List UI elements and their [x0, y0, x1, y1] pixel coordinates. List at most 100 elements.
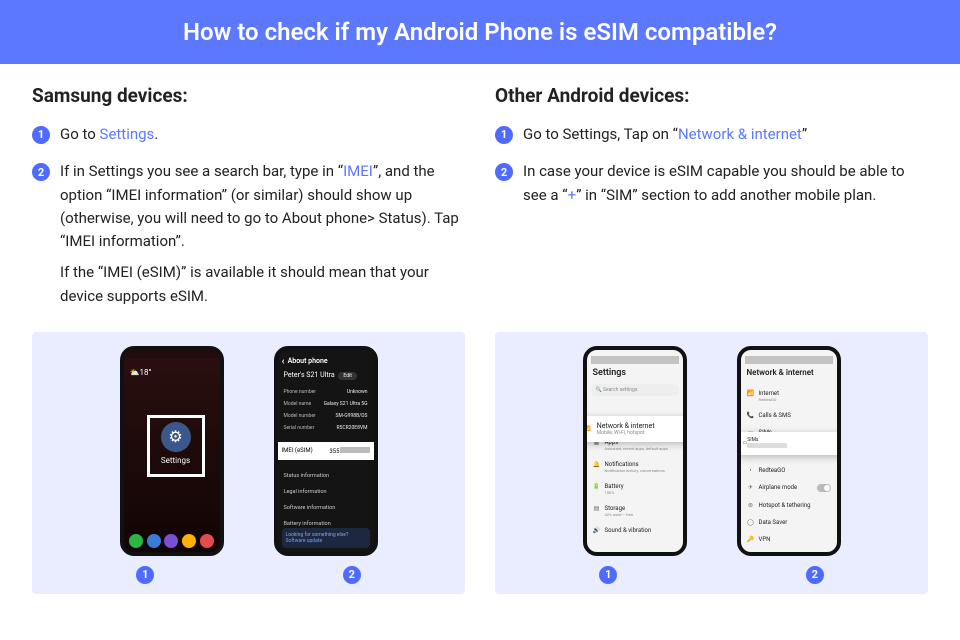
sound-icon: 🔊 [593, 527, 601, 534]
page-title: How to check if my Android Phone is eSIM… [183, 18, 777, 46]
about-menu: Status information Legal information Sof… [282, 468, 370, 532]
text: Internet [759, 390, 780, 397]
settings-app-highlight: ⚙ Settings [150, 418, 202, 474]
status-bar [745, 356, 833, 364]
other-screenshots: Settings 🔍 Search settings 📶 Network & i… [495, 332, 928, 594]
text: Sound & vibration [605, 527, 652, 534]
step-body: Go to Settings. [60, 123, 465, 146]
phones: Settings 🔍 Search settings 📶 Network & i… [505, 346, 918, 556]
text: Go to Settings, Tap on “ [523, 125, 678, 143]
text: Battery [605, 483, 624, 490]
caption-row: 1 2 [505, 566, 918, 584]
value: SM-G998B/DS [336, 413, 368, 419]
imei-label: IMEI (eSIM) [282, 447, 313, 455]
text: 355 [329, 448, 339, 455]
imei-link[interactable]: IMEI [343, 162, 373, 180]
label: Phone number [284, 389, 316, 395]
text: Private DNS [759, 553, 791, 556]
app-icon [182, 534, 196, 548]
search-bar: 🔍 Search settings [591, 384, 679, 396]
network-link[interactable]: Network & internet [678, 125, 802, 143]
info-row: Serial numberR5CR20E8VM [282, 422, 370, 434]
app-icon [200, 534, 214, 548]
info-row: Phone number Unknown [282, 386, 370, 398]
samsung-phone-about: About phone Peter's S21 Ultra Edit Phone… [274, 346, 378, 556]
menu-item: Status information [282, 468, 370, 484]
samsung-column: Samsung devices: 1 Go to Settings. 2 If … [32, 84, 465, 322]
storage-icon: ▤ [593, 505, 601, 512]
caption-badge: 2 [806, 566, 824, 584]
label: Model number [284, 413, 316, 419]
step-body: If in Settings you see a search bar, typ… [60, 160, 465, 308]
toggle [817, 484, 831, 492]
text: Software update [286, 538, 366, 544]
footer-card: Looking for something else? Software upd… [282, 528, 370, 548]
dock [124, 534, 220, 548]
net-item: 🔑 VPN [745, 531, 833, 548]
samsung-heading: Samsung devices: [32, 84, 465, 107]
images-row: ⛅18° ⚙ Settings About phone Peter's S21 … [0, 322, 960, 594]
text: Calls & SMS [759, 412, 791, 419]
imei-esim-highlight: IMEI (eSIM) 355 [274, 442, 378, 460]
dot-icon: • [747, 467, 755, 474]
imei-value: 355 [329, 447, 369, 455]
hotspot-icon: ⊚ [747, 502, 755, 509]
bell-icon: 🔔 [593, 461, 601, 468]
data-icon: ◯ [747, 519, 755, 526]
caption-badge: 2 [343, 566, 361, 584]
caption-badge: 1 [599, 566, 617, 584]
other-heading: Other Android devices: [495, 84, 928, 107]
wifi-icon: 📶 [585, 426, 591, 432]
page-header: How to check if my Android Phone is eSIM… [0, 0, 960, 64]
dns-icon: ◆ [747, 553, 755, 556]
text: Storage [605, 505, 634, 512]
samsung-steps: 1 Go to Settings. 2 If in Settings you s… [32, 123, 465, 308]
info-row: Model number SM-G998B/DS [282, 410, 370, 422]
step-2-note: If the “IMEI (eSIM)” is available it sho… [60, 261, 465, 308]
popup-text: SIMs [747, 437, 787, 450]
settings-item: 🔊 Sound & vibration [591, 522, 679, 539]
step-body: Go to Settings, Tap on “Network & intern… [523, 123, 928, 146]
popup-text: Network & internet Mobile, Wi-Fi, hotspo… [597, 422, 655, 436]
info-row: Model nameGalaxy S21 Ultra 5G [282, 398, 370, 410]
about-phone-header: About phone [282, 356, 370, 367]
net-item: ✈Airplane mode [745, 479, 833, 497]
battery-icon: 🔋 [593, 483, 601, 490]
samsung-step-2: 2 If in Settings you see a search bar, t… [32, 160, 465, 308]
samsung-screenshots: ⛅18° ⚙ Settings About phone Peter's S21 … [32, 332, 465, 594]
vpn-icon: 🔑 [747, 536, 755, 543]
net-item: ◆ Private DNS [745, 548, 833, 556]
menu-item: Legal information [282, 484, 370, 500]
text: If in Settings you see a search bar, typ… [60, 162, 343, 180]
settings-item: 🔔NotificationsNotification history, conv… [591, 456, 679, 478]
other-phone-settings: Settings 🔍 Search settings 📶 Network & i… [583, 346, 687, 556]
value: R5CR20E8VM [336, 425, 367, 431]
settings-item: ▤Storage42% used – free [591, 500, 679, 522]
text: Data Saver [759, 519, 788, 526]
text: Hotspot & tethering [759, 502, 811, 509]
caption-row: 1 2 [42, 566, 455, 584]
settings-link[interactable]: Settings [100, 125, 155, 143]
other-steps: 1 Go to Settings, Tap on “Network & inte… [495, 123, 928, 207]
step-badge: 2 [32, 163, 50, 181]
sims-popup: ▭ SIMs + [737, 432, 841, 455]
other-phone-network: Network & internet 📶InternetRedteaGO 📞Ca… [737, 346, 841, 556]
plus-link[interactable]: + [568, 186, 577, 204]
text: VPN [759, 536, 771, 543]
settings-item: 🔋Battery100% [591, 478, 679, 500]
step-badge: 2 [495, 163, 513, 181]
settings-title: Settings [593, 368, 679, 378]
menu-item: Software information [282, 500, 370, 516]
network-title: Network & internet [747, 368, 833, 377]
other-step-2: 2 In case your device is eSIM capable yo… [495, 160, 928, 207]
gear-icon: ⚙ [161, 422, 191, 452]
network-popup: 📶 Network & internet Mobile, Wi-Fi, hots… [583, 416, 687, 442]
text: Airplane mode [759, 484, 798, 491]
step-body: In case your device is eSIM capable you … [523, 160, 928, 207]
phones: ⛅18° ⚙ Settings About phone Peter's S21 … [42, 346, 455, 556]
value: Unknown [347, 389, 368, 395]
device-name: Peter's S21 Ultra Edit [284, 371, 370, 380]
wifi-icon: 📶 [747, 390, 755, 397]
other-column: Other Android devices: 1 Go to Settings,… [495, 84, 928, 322]
text: RedteaGO [759, 397, 780, 402]
